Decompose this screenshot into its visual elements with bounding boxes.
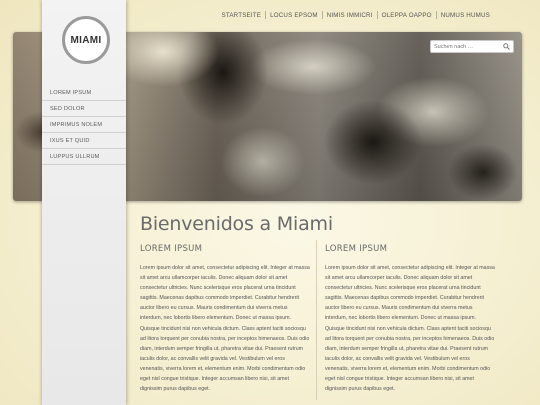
- nav-item-startseite[interactable]: STARTSEITE: [218, 12, 266, 19]
- nav-item-oleppa-oappo[interactable]: OLEPPA OAPPO: [378, 12, 436, 19]
- logo-text: MIAMI: [70, 34, 102, 46]
- sidebar-item-sed-dolor[interactable]: SED DOLOR: [42, 101, 126, 117]
- content-column-left: LOREM IPSUM Lorem ipsum dolor sit amet, …: [140, 244, 310, 394]
- sidebar-menu: LOREM IPSUM SED DOLOR IMPRIMUS NOLEM IXU…: [42, 85, 126, 165]
- column-divider: [316, 240, 317, 400]
- search-box: [430, 40, 514, 53]
- sidebar: MIAMI LOREM IPSUM SED DOLOR IMPRIMUS NOL…: [42, 0, 126, 405]
- search-input[interactable]: [431, 43, 501, 50]
- content-column-right: LOREM IPSUM Lorem ipsum dolor sit amet, …: [325, 244, 495, 394]
- search-icon[interactable]: [501, 42, 511, 52]
- sidebar-item-imprimus-nolem[interactable]: IMPRIMUS NOLEM: [42, 117, 126, 133]
- column-heading: LOREM IPSUM: [140, 244, 203, 254]
- sidebar-item-luppus-ullrum[interactable]: LUPPUS ULLRUM: [42, 149, 126, 165]
- column-text: Lorem ipsum dolor sit amet, consectetur …: [325, 265, 495, 393]
- column-text: Lorem ipsum dolor sit amet, consectetur …: [140, 265, 310, 393]
- sidebar-item-ixus-et-quid[interactable]: IXUS ET QUID: [42, 133, 126, 149]
- page-title: Bienvenidos a Miami: [140, 213, 333, 235]
- top-nav: STARTSEITE LOCUS EPSOM NIMIS IMMICRI OLE…: [218, 11, 495, 19]
- sidebar-item-lorem-ipsum[interactable]: LOREM IPSUM: [42, 85, 126, 101]
- logo[interactable]: MIAMI: [62, 16, 110, 64]
- nav-item-locus-epsom[interactable]: LOCUS EPSOM: [266, 12, 322, 19]
- column-heading: LOREM IPSUM: [325, 244, 388, 254]
- nav-item-nimis-immicri[interactable]: NIMIS IMMICRI: [323, 12, 377, 19]
- nav-item-numus-humus[interactable]: NUMUS HUMUS: [437, 12, 494, 19]
